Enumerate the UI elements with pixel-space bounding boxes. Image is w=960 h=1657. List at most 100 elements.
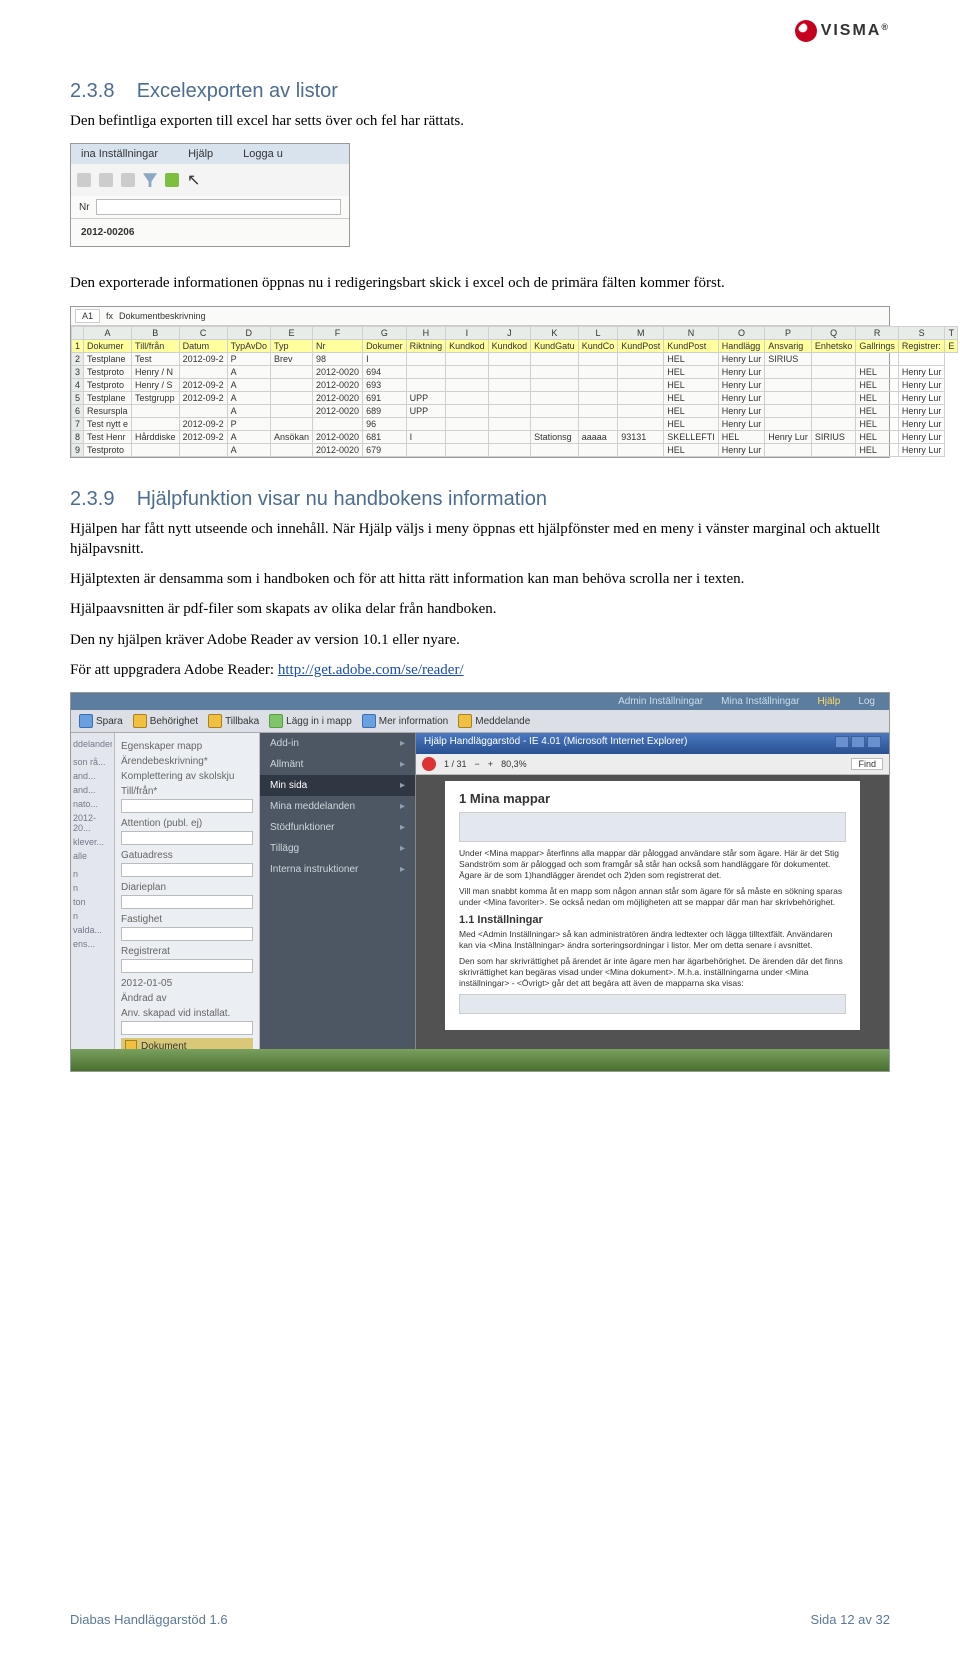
cell[interactable] bbox=[406, 417, 446, 430]
info-icon[interactable] bbox=[362, 714, 376, 728]
cell[interactable] bbox=[179, 365, 227, 378]
cell[interactable]: Henry Lur bbox=[898, 417, 945, 430]
cell[interactable]: HEL bbox=[856, 430, 899, 443]
cell[interactable]: KundCo bbox=[578, 339, 618, 352]
cell[interactable] bbox=[531, 391, 579, 404]
cell[interactable]: HEL bbox=[856, 365, 899, 378]
cell[interactable]: Gallrings bbox=[856, 339, 899, 352]
row-number[interactable]: 3 bbox=[72, 365, 84, 378]
cell[interactable]: HEL bbox=[664, 404, 719, 417]
message-icon[interactable] bbox=[458, 714, 472, 728]
generic-icon[interactable] bbox=[77, 173, 91, 187]
more-info-button[interactable]: Mer information bbox=[379, 716, 448, 727]
plus-icon[interactable]: + bbox=[488, 759, 493, 769]
cell[interactable]: Henry Lur bbox=[718, 391, 765, 404]
cell[interactable]: Stationsg bbox=[531, 430, 579, 443]
cell[interactable]: 2012-0020 bbox=[313, 430, 363, 443]
cell[interactable]: Henry Lur bbox=[898, 365, 945, 378]
ss1-menu-logout[interactable]: Logga u bbox=[243, 148, 283, 160]
cell[interactable]: Test bbox=[132, 352, 180, 365]
cell[interactable] bbox=[618, 417, 664, 430]
cell[interactable]: Testproto bbox=[84, 378, 132, 391]
cell[interactable]: HEL bbox=[856, 391, 899, 404]
form-input[interactable] bbox=[121, 1021, 253, 1035]
permission-icon[interactable] bbox=[133, 714, 147, 728]
cell[interactable] bbox=[406, 378, 446, 391]
cell[interactable] bbox=[270, 391, 312, 404]
cell[interactable]: UPP bbox=[406, 391, 446, 404]
help-menu-item[interactable]: Stödfunktioner▸ bbox=[260, 817, 415, 838]
cell[interactable]: HEL bbox=[856, 417, 899, 430]
cell[interactable] bbox=[578, 443, 618, 456]
cell[interactable] bbox=[765, 365, 812, 378]
form-input[interactable] bbox=[121, 863, 253, 877]
cell[interactable] bbox=[811, 352, 856, 365]
filter-icon[interactable] bbox=[143, 173, 157, 187]
cell[interactable] bbox=[446, 417, 489, 430]
adobe-reader-link[interactable]: http://get.adobe.com/se/reader/ bbox=[278, 662, 464, 678]
cell[interactable] bbox=[488, 404, 531, 417]
cell[interactable]: HEL bbox=[718, 430, 765, 443]
help-menu-item[interactable]: Allmänt▸ bbox=[260, 754, 415, 775]
cell[interactable] bbox=[531, 443, 579, 456]
cell[interactable]: Henry Lur bbox=[898, 378, 945, 391]
cell[interactable]: Henry Lur bbox=[718, 404, 765, 417]
ss1-menu-help[interactable]: Hjälp bbox=[188, 148, 213, 160]
cell[interactable]: Enhetsko bbox=[811, 339, 856, 352]
cell[interactable]: Henry Lur bbox=[718, 352, 765, 365]
row-number[interactable]: 5 bbox=[72, 391, 84, 404]
cell[interactable] bbox=[618, 391, 664, 404]
cell[interactable]: 2012-0020 bbox=[313, 443, 363, 456]
cell[interactable]: HEL bbox=[856, 378, 899, 391]
cell[interactable]: Kundkod bbox=[488, 339, 531, 352]
cell[interactable] bbox=[446, 378, 489, 391]
cell[interactable]: Henry Lur bbox=[718, 365, 765, 378]
cell[interactable]: Handlägg bbox=[718, 339, 765, 352]
cell[interactable]: 98 bbox=[313, 352, 363, 365]
cell[interactable]: 2012-09-2 bbox=[179, 417, 227, 430]
cell[interactable]: SIRIUS bbox=[811, 430, 856, 443]
cell[interactable]: HEL bbox=[664, 352, 719, 365]
cell[interactable]: Henry Lur bbox=[718, 443, 765, 456]
cell[interactable] bbox=[132, 404, 180, 417]
generic-icon[interactable] bbox=[121, 173, 135, 187]
cell[interactable] bbox=[488, 352, 531, 365]
help-menu-item[interactable]: Mina meddelanden▸ bbox=[260, 796, 415, 817]
cell[interactable]: 2012-09-2 bbox=[179, 352, 227, 365]
minus-icon[interactable]: − bbox=[475, 759, 480, 769]
cell[interactable] bbox=[132, 443, 180, 456]
help-menu-item[interactable]: Add-in▸ bbox=[260, 733, 415, 754]
cell[interactable]: P bbox=[227, 417, 270, 430]
cell[interactable]: Testplane bbox=[84, 352, 132, 365]
cell[interactable]: 694 bbox=[363, 365, 407, 378]
cell[interactable]: Henry / S bbox=[132, 378, 180, 391]
cell[interactable] bbox=[270, 378, 312, 391]
cell[interactable]: 2012-0020 bbox=[313, 404, 363, 417]
cell[interactable] bbox=[313, 417, 363, 430]
cell[interactable]: Nr bbox=[313, 339, 363, 352]
cell[interactable] bbox=[531, 352, 579, 365]
cell[interactable]: A bbox=[227, 443, 270, 456]
cell[interactable] bbox=[270, 443, 312, 456]
cell[interactable]: HEL bbox=[664, 365, 719, 378]
cell[interactable]: 2012-09-2 bbox=[179, 378, 227, 391]
row-number[interactable]: 2 bbox=[72, 352, 84, 365]
excel-namebox[interactable]: A1 bbox=[75, 309, 100, 323]
row-number[interactable]: 9 bbox=[72, 443, 84, 456]
top-log[interactable]: Log bbox=[858, 696, 875, 707]
cell[interactable]: 96 bbox=[363, 417, 407, 430]
cell[interactable]: Testplane bbox=[84, 391, 132, 404]
cell[interactable]: A bbox=[227, 378, 270, 391]
cell[interactable]: 691 bbox=[363, 391, 407, 404]
cell[interactable]: 2012-0020 bbox=[313, 391, 363, 404]
cell[interactable]: Brev bbox=[270, 352, 312, 365]
cell[interactable] bbox=[578, 404, 618, 417]
cell[interactable]: UPP bbox=[406, 404, 446, 417]
back-button[interactable]: Tillbaka bbox=[225, 716, 259, 727]
cell[interactable] bbox=[578, 352, 618, 365]
cell[interactable] bbox=[488, 365, 531, 378]
cell[interactable] bbox=[446, 404, 489, 417]
cell[interactable]: 2012-09-2 bbox=[179, 430, 227, 443]
find-input[interactable]: Find bbox=[851, 758, 883, 770]
cell[interactable]: Testproto bbox=[84, 443, 132, 456]
